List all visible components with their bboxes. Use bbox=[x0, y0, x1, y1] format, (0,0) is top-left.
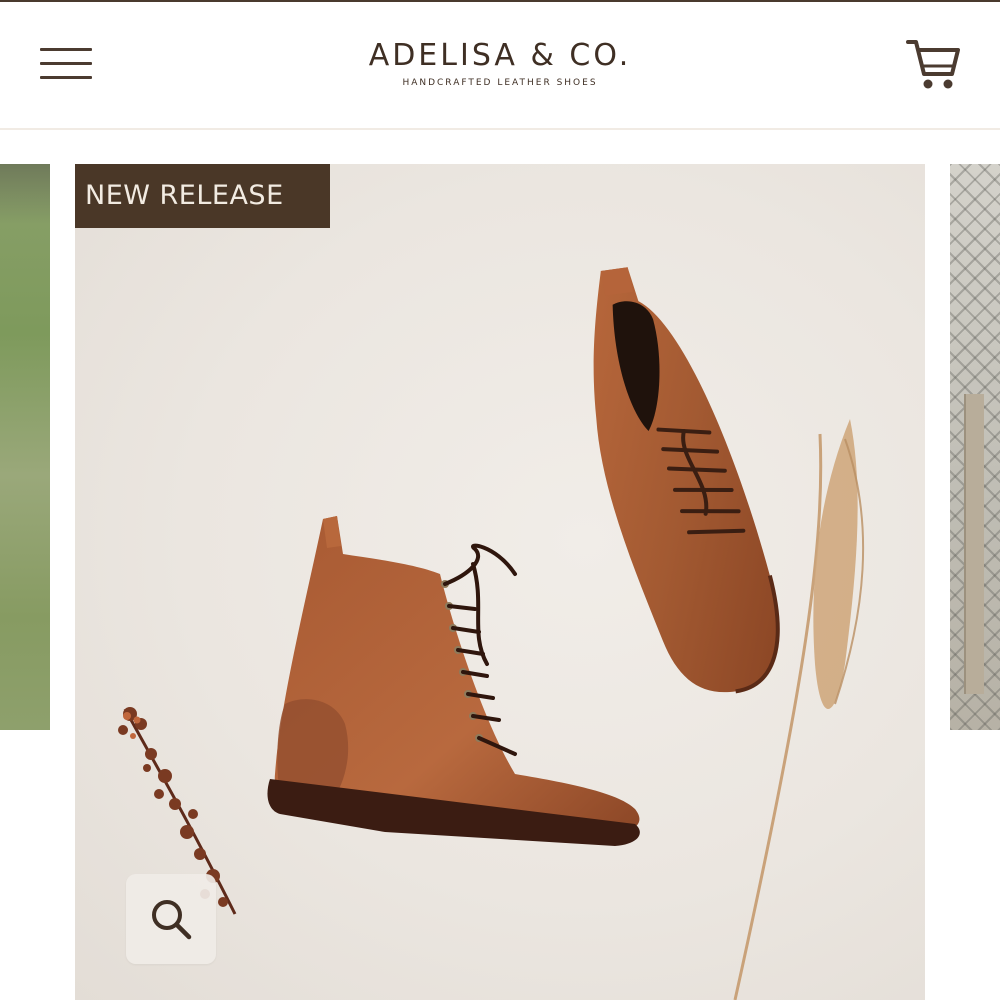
previous-slide-image[interactable] bbox=[0, 164, 50, 730]
shopping-cart-icon[interactable] bbox=[906, 38, 962, 94]
next-slide-image[interactable] bbox=[950, 164, 1000, 730]
site-header: ADELISA & CO. HANDCRAFTED LEATHER SHOES bbox=[0, 0, 1000, 130]
hamburger-menu-icon[interactable] bbox=[40, 46, 92, 82]
new-release-badge: NEW RELEASE bbox=[75, 164, 330, 228]
brand-tagline: HANDCRAFTED LEATHER SHOES bbox=[402, 78, 598, 88]
magnifier-icon bbox=[152, 900, 192, 940]
hero-product-slide[interactable]: NEW RELEASE bbox=[75, 164, 925, 1000]
brand-name: ADELISA & CO. bbox=[368, 38, 632, 73]
brand-logo[interactable]: ADELISA & CO. HANDCRAFTED LEATHER SHOES bbox=[300, 38, 700, 88]
zoom-button[interactable] bbox=[126, 874, 216, 964]
